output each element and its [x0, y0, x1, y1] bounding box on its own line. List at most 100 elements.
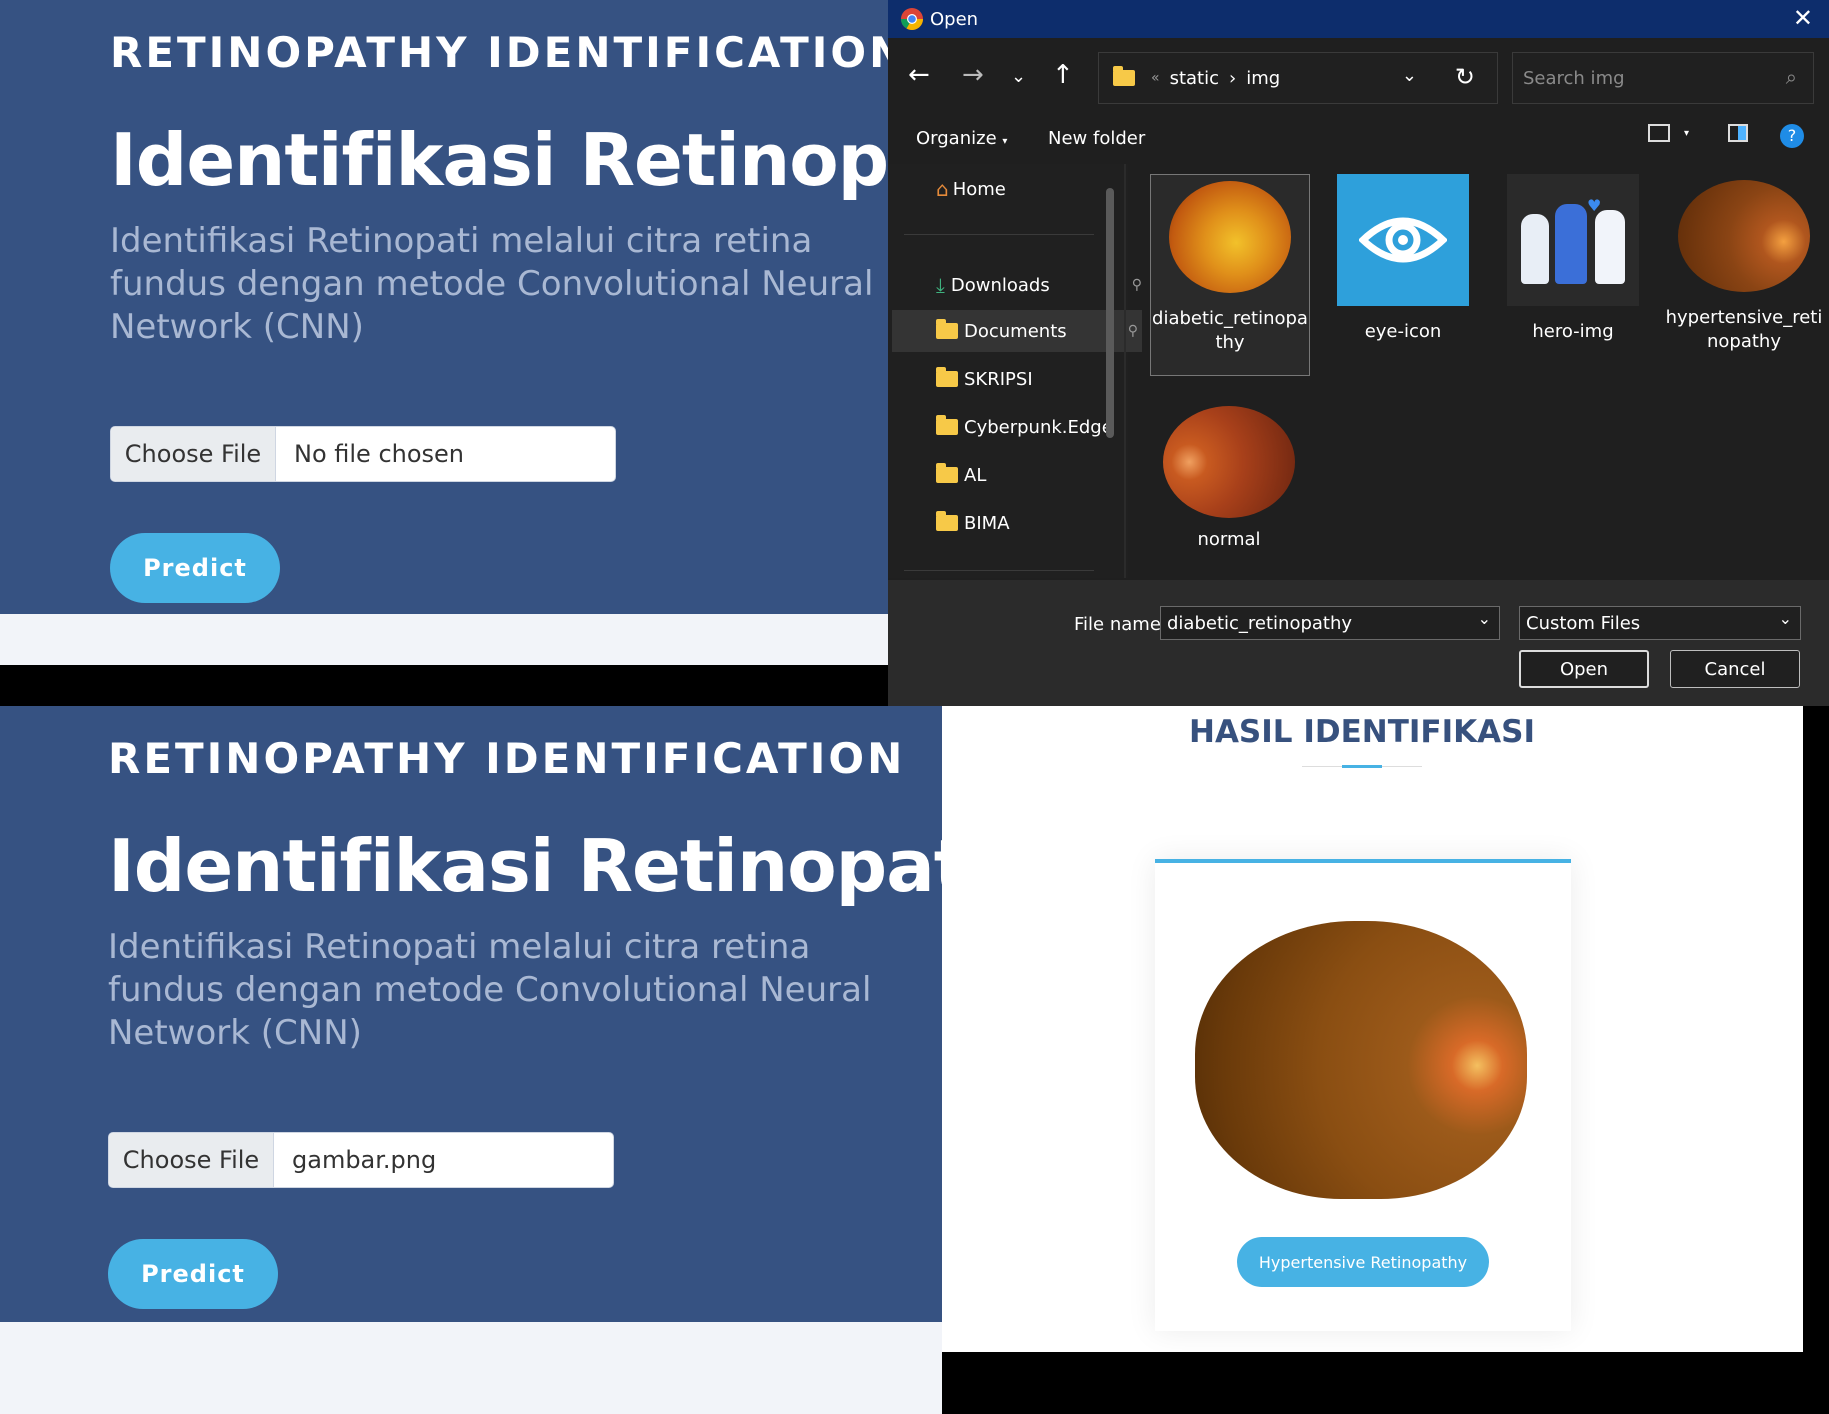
file-type-chevron-icon[interactable]: ⌄	[1779, 609, 1792, 628]
top-file-status: No file chosen	[294, 440, 465, 468]
top-subtitle: Identifikasi Retinopati melalui citra re…	[110, 221, 874, 347]
download-icon: ⤓	[936, 273, 945, 297]
sidebar-item-label: BIMA	[964, 512, 1010, 534]
chrome-icon	[901, 8, 923, 30]
new-folder-button[interactable]: New folder	[1048, 128, 1145, 149]
sidebar-item-label: Downloads	[950, 274, 1050, 296]
pin-icon[interactable]: ⚲	[1132, 277, 1142, 293]
folder-icon	[936, 319, 958, 339]
recent-locations-chevron-icon[interactable]: ⌄	[1011, 66, 1026, 87]
sidebar-divider	[904, 570, 1094, 571]
folder-icon	[936, 415, 958, 435]
fundus-thumbnail	[1163, 406, 1295, 518]
pin-icon[interactable]: ⚲	[1128, 323, 1138, 339]
file-normal[interactable]: normal	[1150, 402, 1308, 552]
file-name-input[interactable]: diabetic_retinopathy ⌄	[1160, 606, 1500, 640]
open-dialog: Open ✕ ← → ⌄ ↑ « static › img ⌄ ↻ Search…	[888, 0, 1829, 706]
file-diabetic-retinopathy[interactable]: diabetic_retinopa thy	[1150, 174, 1310, 376]
sidebar-scrollbar[interactable]	[1106, 188, 1114, 438]
help-icon[interactable]: ?	[1780, 124, 1804, 148]
top-choose-file-button[interactable]: Choose File	[111, 427, 276, 481]
dialog-title: Open	[930, 8, 979, 30]
sidebar-item-al[interactable]: AL	[888, 454, 1146, 496]
heading-underline-accent	[1342, 765, 1382, 768]
file-name-label: File name:	[1074, 614, 1167, 635]
file-eye-icon[interactable]: eye-icon	[1324, 174, 1482, 344]
fundus-thumbnail	[1678, 180, 1810, 292]
top-page-title: Identifikasi Retinopati	[110, 118, 994, 202]
bottom-file-status: gambar.png	[292, 1146, 437, 1174]
bottom-page-title: Identifikasi Retinopati	[108, 824, 992, 908]
sidebar-item-label: Home	[952, 178, 1006, 200]
up-arrow-icon[interactable]: ↑	[1052, 60, 1074, 90]
top-file-input[interactable]: Choose File No file chosen	[110, 426, 616, 482]
bottom-choose-file-button[interactable]: Choose File	[109, 1133, 274, 1187]
file-name-dropdown-chevron-icon[interactable]: ⌄	[1478, 609, 1491, 628]
organize-dropdown-icon: ▾	[1002, 136, 1008, 147]
sidebar-item-bima[interactable]: BIMA	[888, 502, 1146, 544]
file-name-line2: thy	[1215, 332, 1245, 353]
folder-icon	[936, 463, 958, 483]
breadcrumb-static[interactable]: static	[1170, 68, 1219, 89]
eye-icon	[1337, 174, 1469, 306]
sidebar-item-cyberpunk[interactable]: Cyberpunk.Edge	[888, 406, 1158, 448]
file-name-line1: hypertensive_reti	[1665, 307, 1823, 328]
breadcrumb-img[interactable]: img	[1246, 68, 1280, 89]
search-placeholder: Search img	[1523, 67, 1625, 89]
folder-icon	[936, 367, 958, 387]
result-heading: HASIL IDENTIFIKASI	[1189, 714, 1535, 750]
breadcrumb-separator: ›	[1229, 67, 1237, 89]
file-name-line1: eye-icon	[1364, 321, 1442, 342]
result-card: Hypertensive Retinopathy	[1155, 859, 1571, 1331]
view-dropdown-icon[interactable]: ▾	[1684, 128, 1689, 139]
search-input[interactable]: Search img ⌕	[1512, 52, 1814, 104]
address-dropdown-chevron-icon[interactable]: ⌄	[1402, 65, 1417, 86]
sidebar-item-label: SKRIPSI	[964, 368, 1033, 390]
bottom-file-input[interactable]: Choose File gambar.png	[108, 1132, 614, 1188]
sidebar-divider	[904, 234, 1094, 235]
file-name-value: diabetic_retinopathy	[1167, 612, 1353, 634]
cancel-button[interactable]: Cancel	[1670, 650, 1800, 688]
top-predict-button[interactable]: Predict	[110, 533, 280, 603]
fundus-thumbnail	[1169, 181, 1291, 293]
file-name-line1: hero-img	[1532, 321, 1614, 342]
bottom-hero-panel: RETINOPATHY IDENTIFICATION Identifikasi …	[0, 706, 992, 1322]
search-icon: ⌕	[1785, 65, 1797, 89]
prediction-badge: Hypertensive Retinopathy	[1237, 1237, 1489, 1287]
open-button[interactable]: Open	[1519, 650, 1649, 688]
sidebar-item-label: Cyberpunk.Edge	[964, 416, 1113, 438]
content-divider	[1124, 164, 1126, 578]
organize-menu[interactable]: Organize ▾	[916, 128, 1007, 149]
bottom-subtitle: Identifikasi Retinopati melalui citra re…	[108, 927, 872, 1053]
top-eyebrow: RETINOPATHY IDENTIFICATION	[110, 28, 908, 77]
sidebar-item-label: AL	[964, 464, 987, 486]
navigation-pane: ⌂ Home ⤓ Downloads ⚲ Documents ⚲ SKRIPSI…	[888, 164, 1142, 578]
file-name-line1: diabetic_retinopa	[1152, 308, 1308, 329]
result-section: HASIL IDENTIFIKASI Hypertensive Retinopa…	[942, 706, 1803, 1352]
hero-thumbnail: ♥	[1507, 174, 1639, 306]
top-page-footer	[0, 614, 888, 665]
refresh-icon[interactable]: ↻	[1455, 63, 1475, 91]
bottom-page-footer	[0, 1322, 942, 1414]
folder-icon	[1113, 66, 1135, 86]
file-type-select[interactable]: Custom Files ⌄	[1519, 606, 1801, 640]
breadcrumb-overflow[interactable]: «	[1151, 70, 1160, 86]
bottom-predict-button[interactable]: Predict	[108, 1239, 278, 1309]
sidebar-item-documents[interactable]: Documents ⚲	[892, 310, 1142, 352]
address-bar[interactable]: « static › img ⌄ ↻	[1098, 52, 1498, 104]
file-type-value: Custom Files	[1526, 612, 1641, 634]
view-options-icon[interactable]	[1648, 124, 1670, 142]
preview-pane-icon[interactable]	[1728, 124, 1748, 142]
top-hero-panel: RETINOPATHY IDENTIFICATION Identifikasi …	[0, 0, 994, 614]
uploaded-fundus-image	[1195, 921, 1527, 1199]
file-hypertensive-retinopathy[interactable]: hypertensive_reti nopathy	[1664, 174, 1824, 354]
back-arrow-icon[interactable]: ←	[908, 60, 930, 90]
file-hero-img[interactable]: ♥ hero-img	[1494, 174, 1652, 344]
forward-arrow-icon[interactable]: →	[962, 60, 984, 90]
home-icon: ⌂	[936, 177, 949, 201]
file-name-line1: normal	[1197, 529, 1261, 550]
sidebar-item-label: Documents	[964, 320, 1067, 342]
organize-label: Organize	[916, 128, 997, 149]
file-name-line2: nopathy	[1707, 331, 1781, 352]
close-icon[interactable]: ✕	[1793, 4, 1813, 32]
